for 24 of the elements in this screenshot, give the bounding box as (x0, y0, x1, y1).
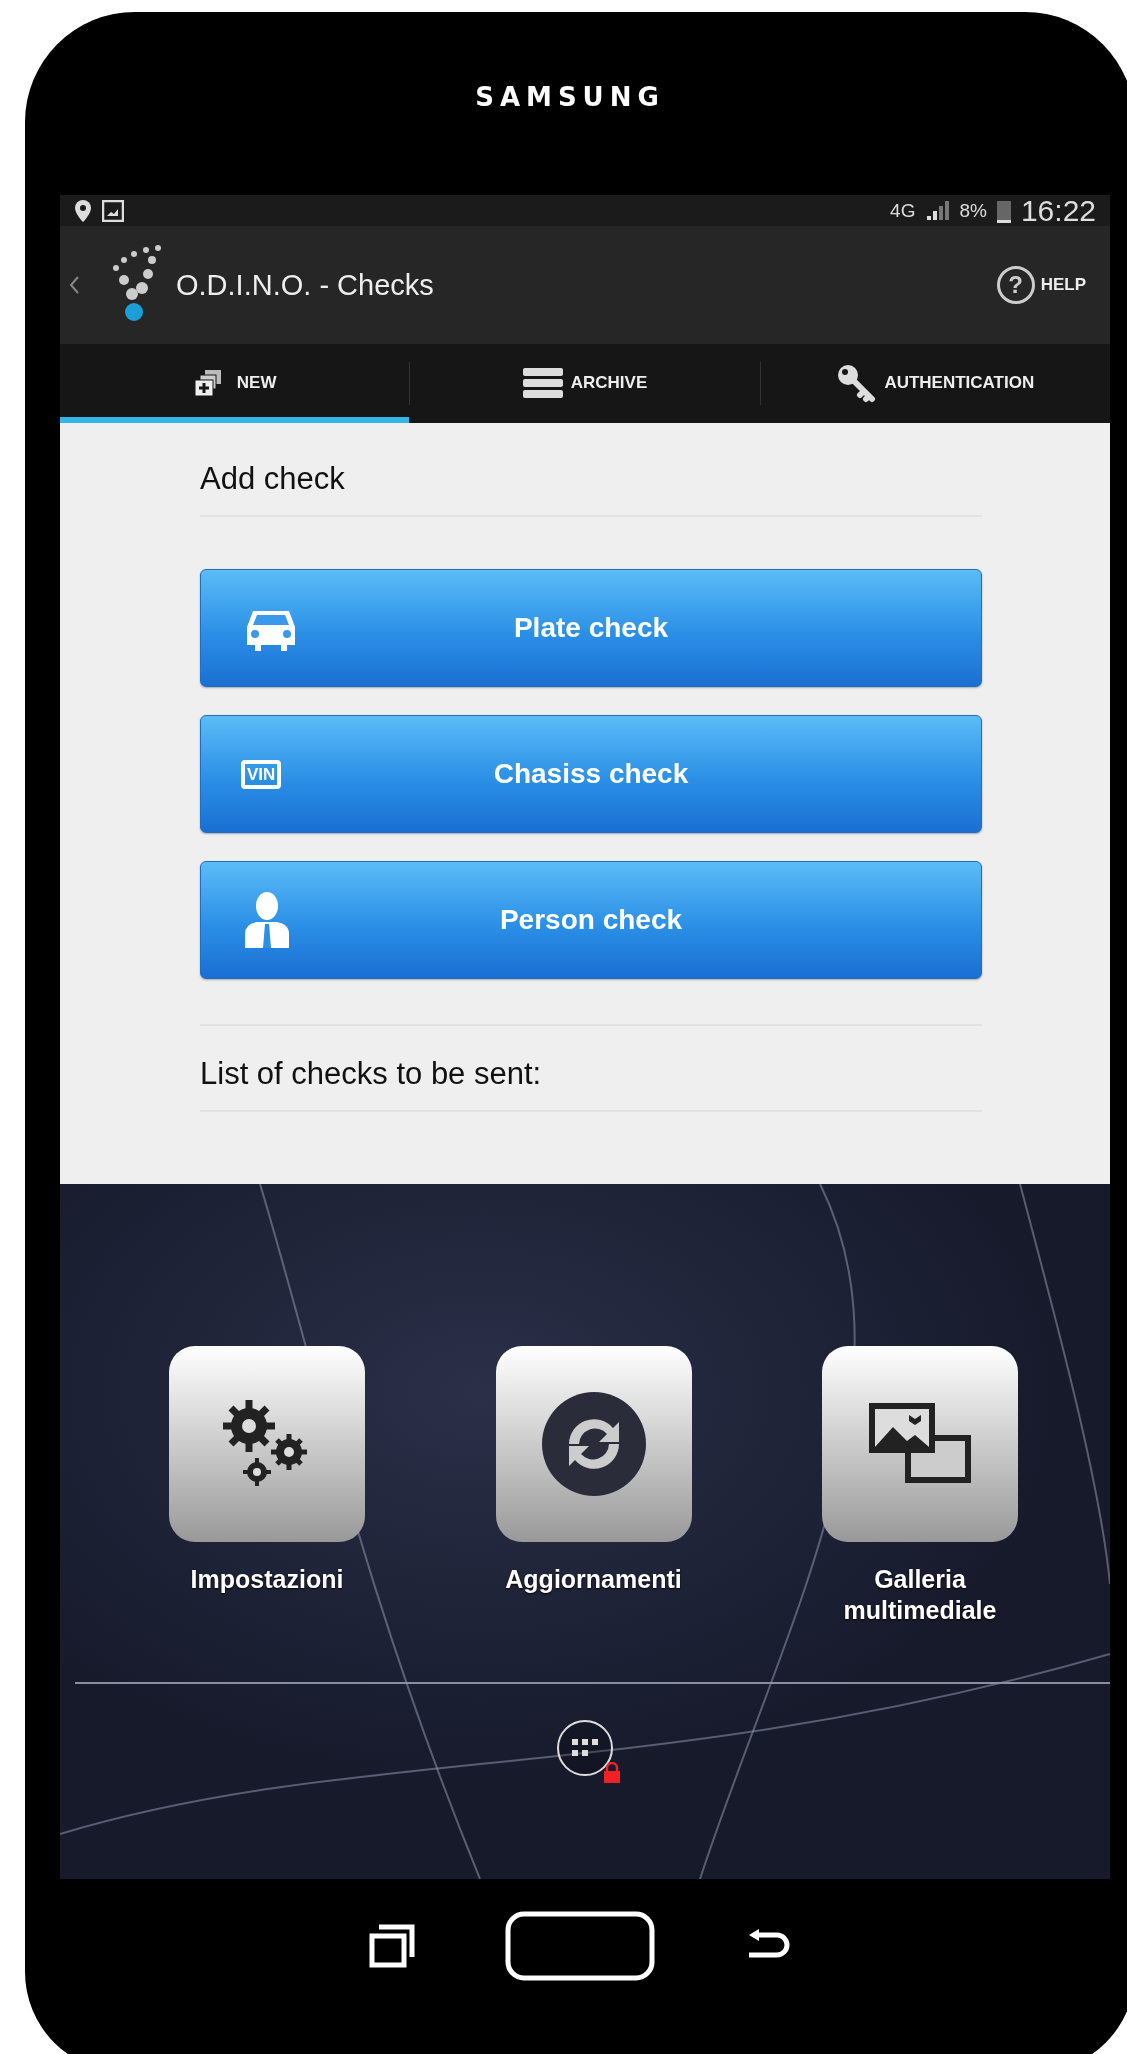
home-key[interactable] (505, 1910, 655, 1981)
key-icon (836, 363, 877, 403)
battery-icon (996, 198, 1011, 223)
brand-logo: SAMSUNG (475, 82, 665, 112)
section-heading: Add check (200, 461, 346, 497)
back-chevron-icon[interactable] (68, 275, 80, 295)
grid-icon (572, 1738, 598, 1757)
lock-icon (603, 1761, 621, 1784)
section-heading: List of checks to be sent: (200, 1056, 543, 1092)
battery-percent: 8% (959, 199, 987, 222)
image-icon (102, 199, 124, 222)
help-button[interactable]: ? HELP (996, 266, 1086, 304)
location-icon (74, 198, 92, 223)
tab[interactable]: ARCHIVE (410, 344, 760, 423)
signal-icon (925, 199, 950, 222)
recent-apps-key[interactable] (369, 1923, 415, 1968)
tab[interactable]: AUTHENTICATION (760, 344, 1110, 423)
network-type: 4G (890, 199, 916, 222)
clock: 16:22 (1020, 193, 1096, 228)
help-icon: ? (996, 266, 1035, 304)
apps-grid-button[interactable] (557, 1719, 613, 1776)
list-icon (522, 367, 563, 399)
vin-icon: VIN (241, 759, 282, 789)
app-title: O.D.I.N.O. - Checks (176, 268, 434, 302)
